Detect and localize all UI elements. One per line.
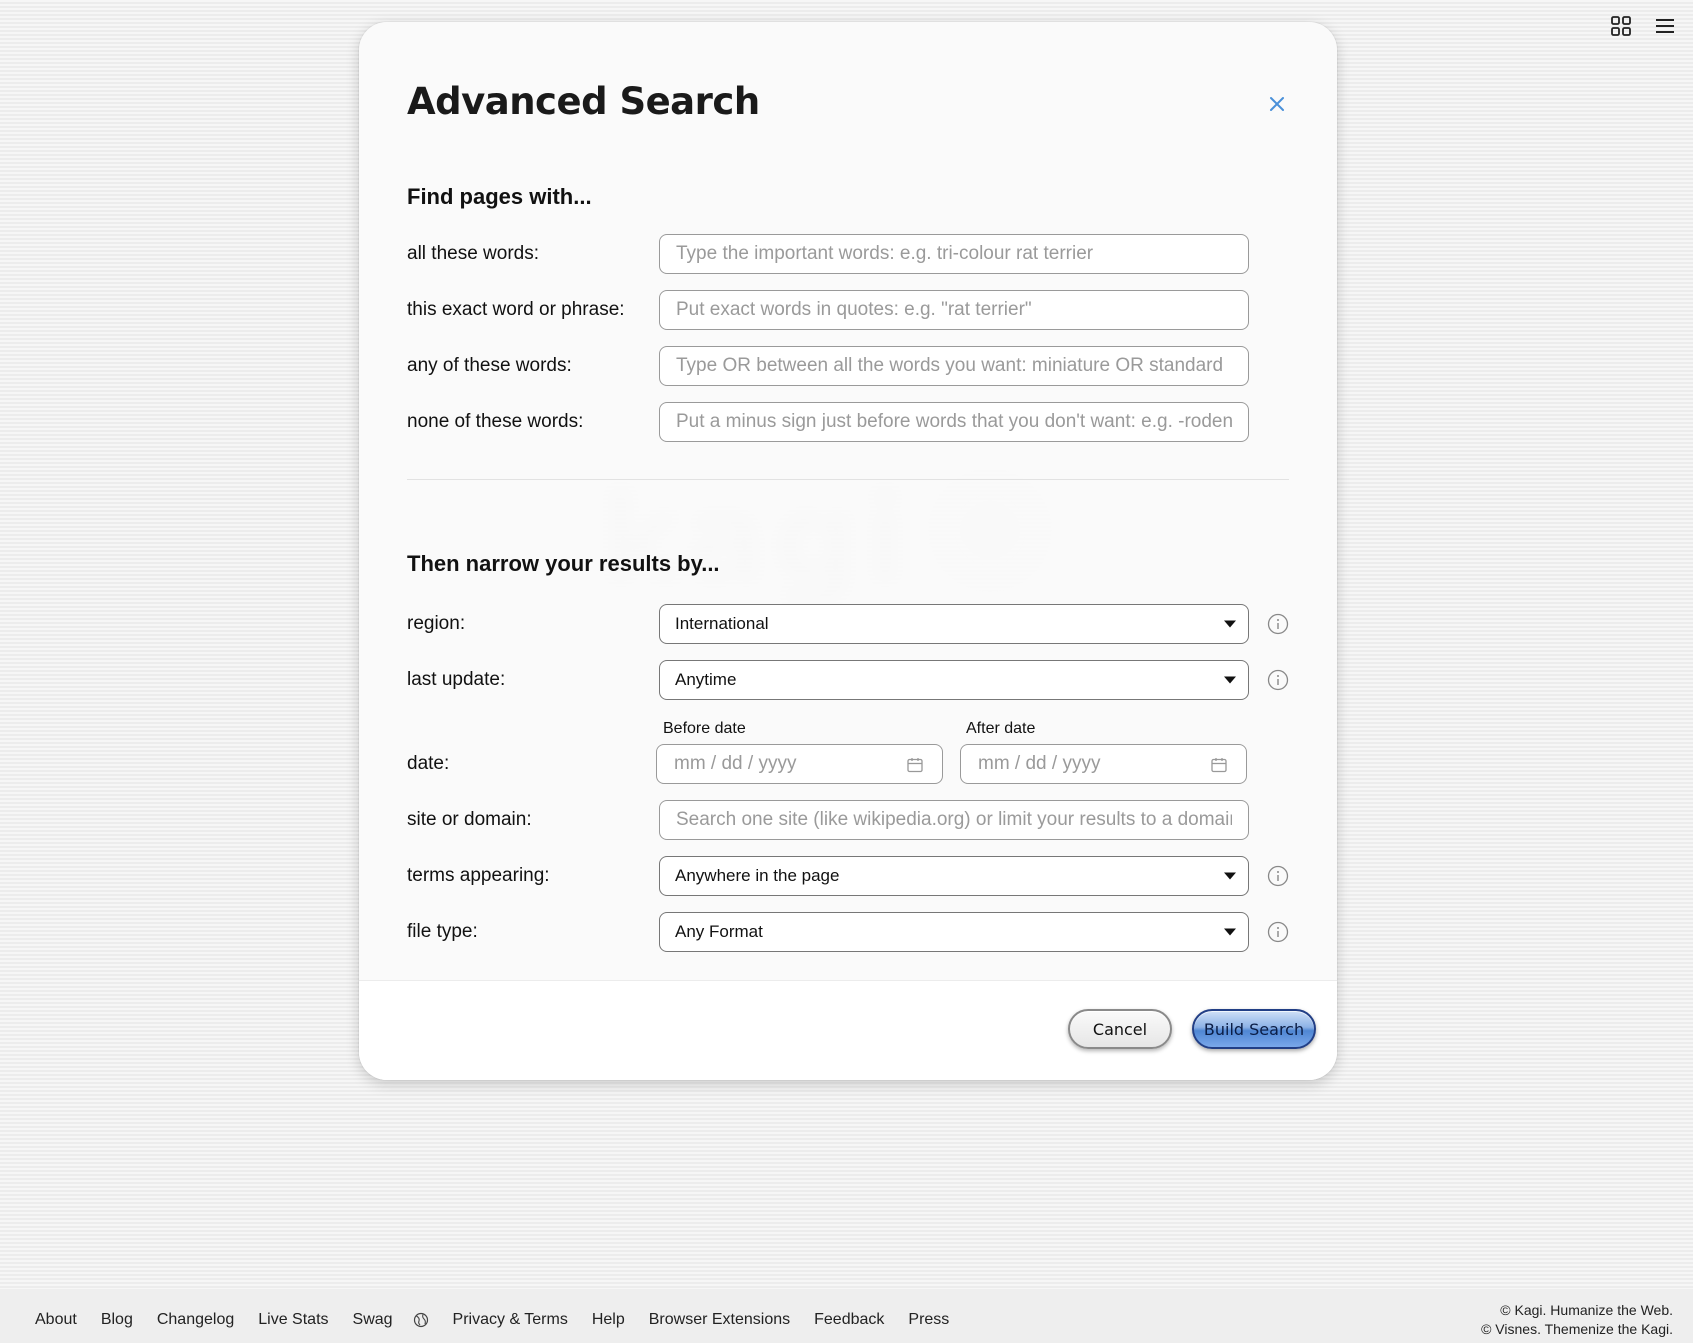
after-date-placeholder: mm / dd / yyyy <box>978 753 1101 774</box>
region-select[interactable]: International <box>659 604 1249 644</box>
terms-appearing-select[interactable]: Anywhere in the page <box>659 856 1249 896</box>
after-date-caption: After date <box>966 720 1036 737</box>
calendar-icon[interactable] <box>906 756 924 774</box>
terms-appearing-label: terms appearing: <box>407 865 550 886</box>
top-right-toolbar <box>1609 14 1677 38</box>
hamburger-menu-icon[interactable] <box>1653 14 1677 38</box>
copyright-line-2: © Visnes. Themenize the Kagi. <box>1481 1321 1673 1337</box>
none-words-input[interactable] <box>659 402 1249 442</box>
footer-link-changelog[interactable]: Changelog <box>157 1311 234 1329</box>
before-date-input[interactable]: mm / dd / yyyy <box>656 744 943 784</box>
section-divider <box>407 479 1289 480</box>
last-update-select[interactable]: Anytime <box>659 660 1249 700</box>
build-search-button[interactable]: Build Search <box>1192 1009 1316 1049</box>
calendar-icon[interactable] <box>1210 756 1228 774</box>
last-update-select-value: Anytime <box>675 670 737 689</box>
info-icon[interactable] <box>1267 921 1289 943</box>
exact-phrase-input[interactable] <box>659 290 1249 330</box>
terms-appearing-row: terms appearing: Anywhere in the page <box>407 856 1289 896</box>
all-words-label: all these words: <box>407 243 540 264</box>
site-input[interactable] <box>659 800 1249 840</box>
footer-link-press[interactable]: Press <box>908 1311 949 1329</box>
find-section-title: Find pages with... <box>407 184 592 209</box>
date-row: date: Before date mm / dd / yyyy After d… <box>407 720 1287 784</box>
date-label: date: <box>407 753 450 774</box>
file-type-label: file type: <box>407 921 478 942</box>
page-footer: About Blog Changelog Live Stats Swag Pri… <box>0 1289 1693 1343</box>
none-words-row: none of these words: <box>407 402 1287 442</box>
any-words-input[interactable] <box>659 346 1249 386</box>
footer-link-swag[interactable]: Swag <box>353 1311 393 1329</box>
all-words-row: all these words: <box>407 234 1287 274</box>
site-label: site or domain: <box>407 809 532 830</box>
globe-icon[interactable] <box>413 1312 429 1328</box>
chevron-down-icon <box>1224 676 1236 684</box>
terms-appearing-select-value: Anywhere in the page <box>675 866 840 885</box>
advanced-search-modal: Advanced Search Find pages with... all t… <box>359 22 1337 1080</box>
any-words-row: any of these words: <box>407 346 1287 386</box>
all-words-input[interactable] <box>659 234 1249 274</box>
copyright-line-1: © Kagi. Humanize the Web. <box>1500 1302 1673 1318</box>
footer-link-browser-extensions[interactable]: Browser Extensions <box>649 1311 790 1329</box>
info-icon[interactable] <box>1267 669 1289 691</box>
file-type-row: file type: Any Format <box>407 912 1289 952</box>
footer-link-help[interactable]: Help <box>592 1311 625 1329</box>
chevron-down-icon <box>1224 928 1236 936</box>
footer-link-feedback[interactable]: Feedback <box>814 1311 884 1329</box>
before-date-caption: Before date <box>663 720 746 737</box>
chevron-down-icon <box>1224 620 1236 628</box>
footer-links: About Blog Changelog Live Stats Swag Pri… <box>35 1311 973 1329</box>
footer-link-blog[interactable]: Blog <box>101 1311 133 1329</box>
narrow-section-title: Then narrow your results by... <box>407 551 720 576</box>
none-words-label: none of these words: <box>407 411 584 432</box>
file-type-select[interactable]: Any Format <box>659 912 1249 952</box>
any-words-label: any of these words: <box>407 355 572 376</box>
region-select-value: International <box>675 614 769 633</box>
cancel-button[interactable]: Cancel <box>1068 1009 1172 1049</box>
region-label: region: <box>407 613 466 634</box>
info-icon[interactable] <box>1267 865 1289 887</box>
info-icon[interactable] <box>1267 613 1289 635</box>
before-date-placeholder: mm / dd / yyyy <box>674 753 797 774</box>
after-date-input[interactable]: mm / dd / yyyy <box>960 744 1247 784</box>
chevron-down-icon <box>1224 872 1236 880</box>
last-update-label: last update: <box>407 669 506 690</box>
modal-title: Advanced Search <box>407 80 760 123</box>
exact-phrase-row: this exact word or phrase: <box>407 290 1287 330</box>
file-type-select-value: Any Format <box>675 922 763 941</box>
site-row: site or domain: <box>407 800 1287 840</box>
exact-phrase-label: this exact word or phrase: <box>407 299 625 320</box>
modal-footer: Cancel Build Search <box>359 980 1337 1080</box>
region-row: region: International <box>407 604 1289 644</box>
last-update-row: last update: Anytime <box>407 660 1289 700</box>
footer-link-privacy-terms[interactable]: Privacy & Terms <box>453 1311 568 1329</box>
apps-grid-icon[interactable] <box>1609 14 1633 38</box>
footer-copyright: © Kagi. Humanize the Web. © Visnes. Them… <box>1481 1301 1673 1339</box>
footer-link-about[interactable]: About <box>35 1311 77 1329</box>
footer-link-live-stats[interactable]: Live Stats <box>258 1311 328 1329</box>
close-icon[interactable] <box>1265 92 1289 116</box>
